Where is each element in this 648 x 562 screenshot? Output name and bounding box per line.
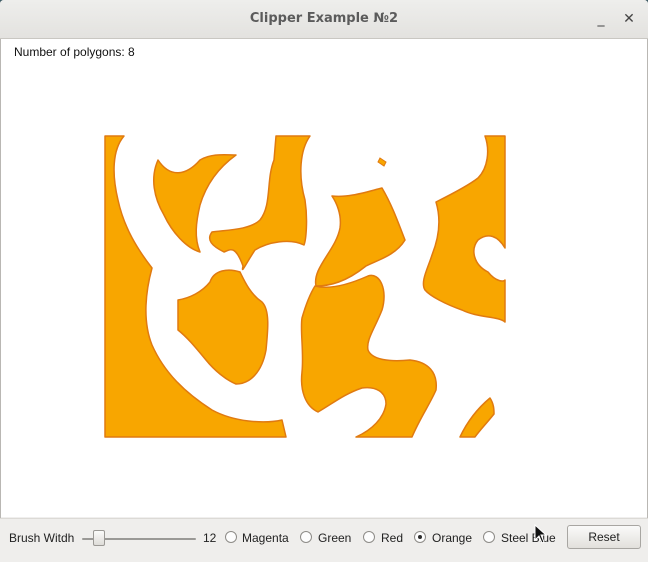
brush-width-value: 12 bbox=[203, 531, 217, 545]
radio-magenta-label[interactable]: Magenta bbox=[242, 531, 289, 545]
polygon-4 bbox=[422, 135, 506, 323]
radio-orange[interactable] bbox=[414, 531, 426, 543]
bottom-toolbar: Brush Witdh 12 Magenta Green Red Orange … bbox=[0, 518, 648, 562]
reset-button[interactable]: Reset bbox=[567, 525, 641, 549]
radio-green[interactable] bbox=[300, 531, 312, 543]
marker-notch bbox=[377, 157, 387, 167]
mouse-cursor-icon bbox=[534, 524, 548, 544]
brush-width-slider-handle[interactable] bbox=[93, 530, 105, 546]
polygon-7 bbox=[300, 274, 437, 438]
polygon-5 bbox=[314, 187, 406, 287]
app-window: Clipper Example №2 _ ✕ Number of polygon… bbox=[0, 0, 648, 562]
radio-red-label[interactable]: Red bbox=[381, 531, 403, 545]
polygon-drawing[interactable] bbox=[0, 0, 648, 562]
radio-magenta[interactable] bbox=[225, 531, 237, 543]
polygon-8 bbox=[459, 397, 495, 438]
brush-width-label: Brush Witdh bbox=[9, 531, 75, 545]
radio-steel-blue[interactable] bbox=[483, 531, 495, 543]
radio-green-label[interactable]: Green bbox=[318, 531, 351, 545]
polygon-count-label: Number of polygons: 8 bbox=[14, 45, 135, 59]
radio-red[interactable] bbox=[363, 531, 375, 543]
radio-orange-label[interactable]: Orange bbox=[432, 531, 472, 545]
polygon-6 bbox=[177, 269, 269, 385]
